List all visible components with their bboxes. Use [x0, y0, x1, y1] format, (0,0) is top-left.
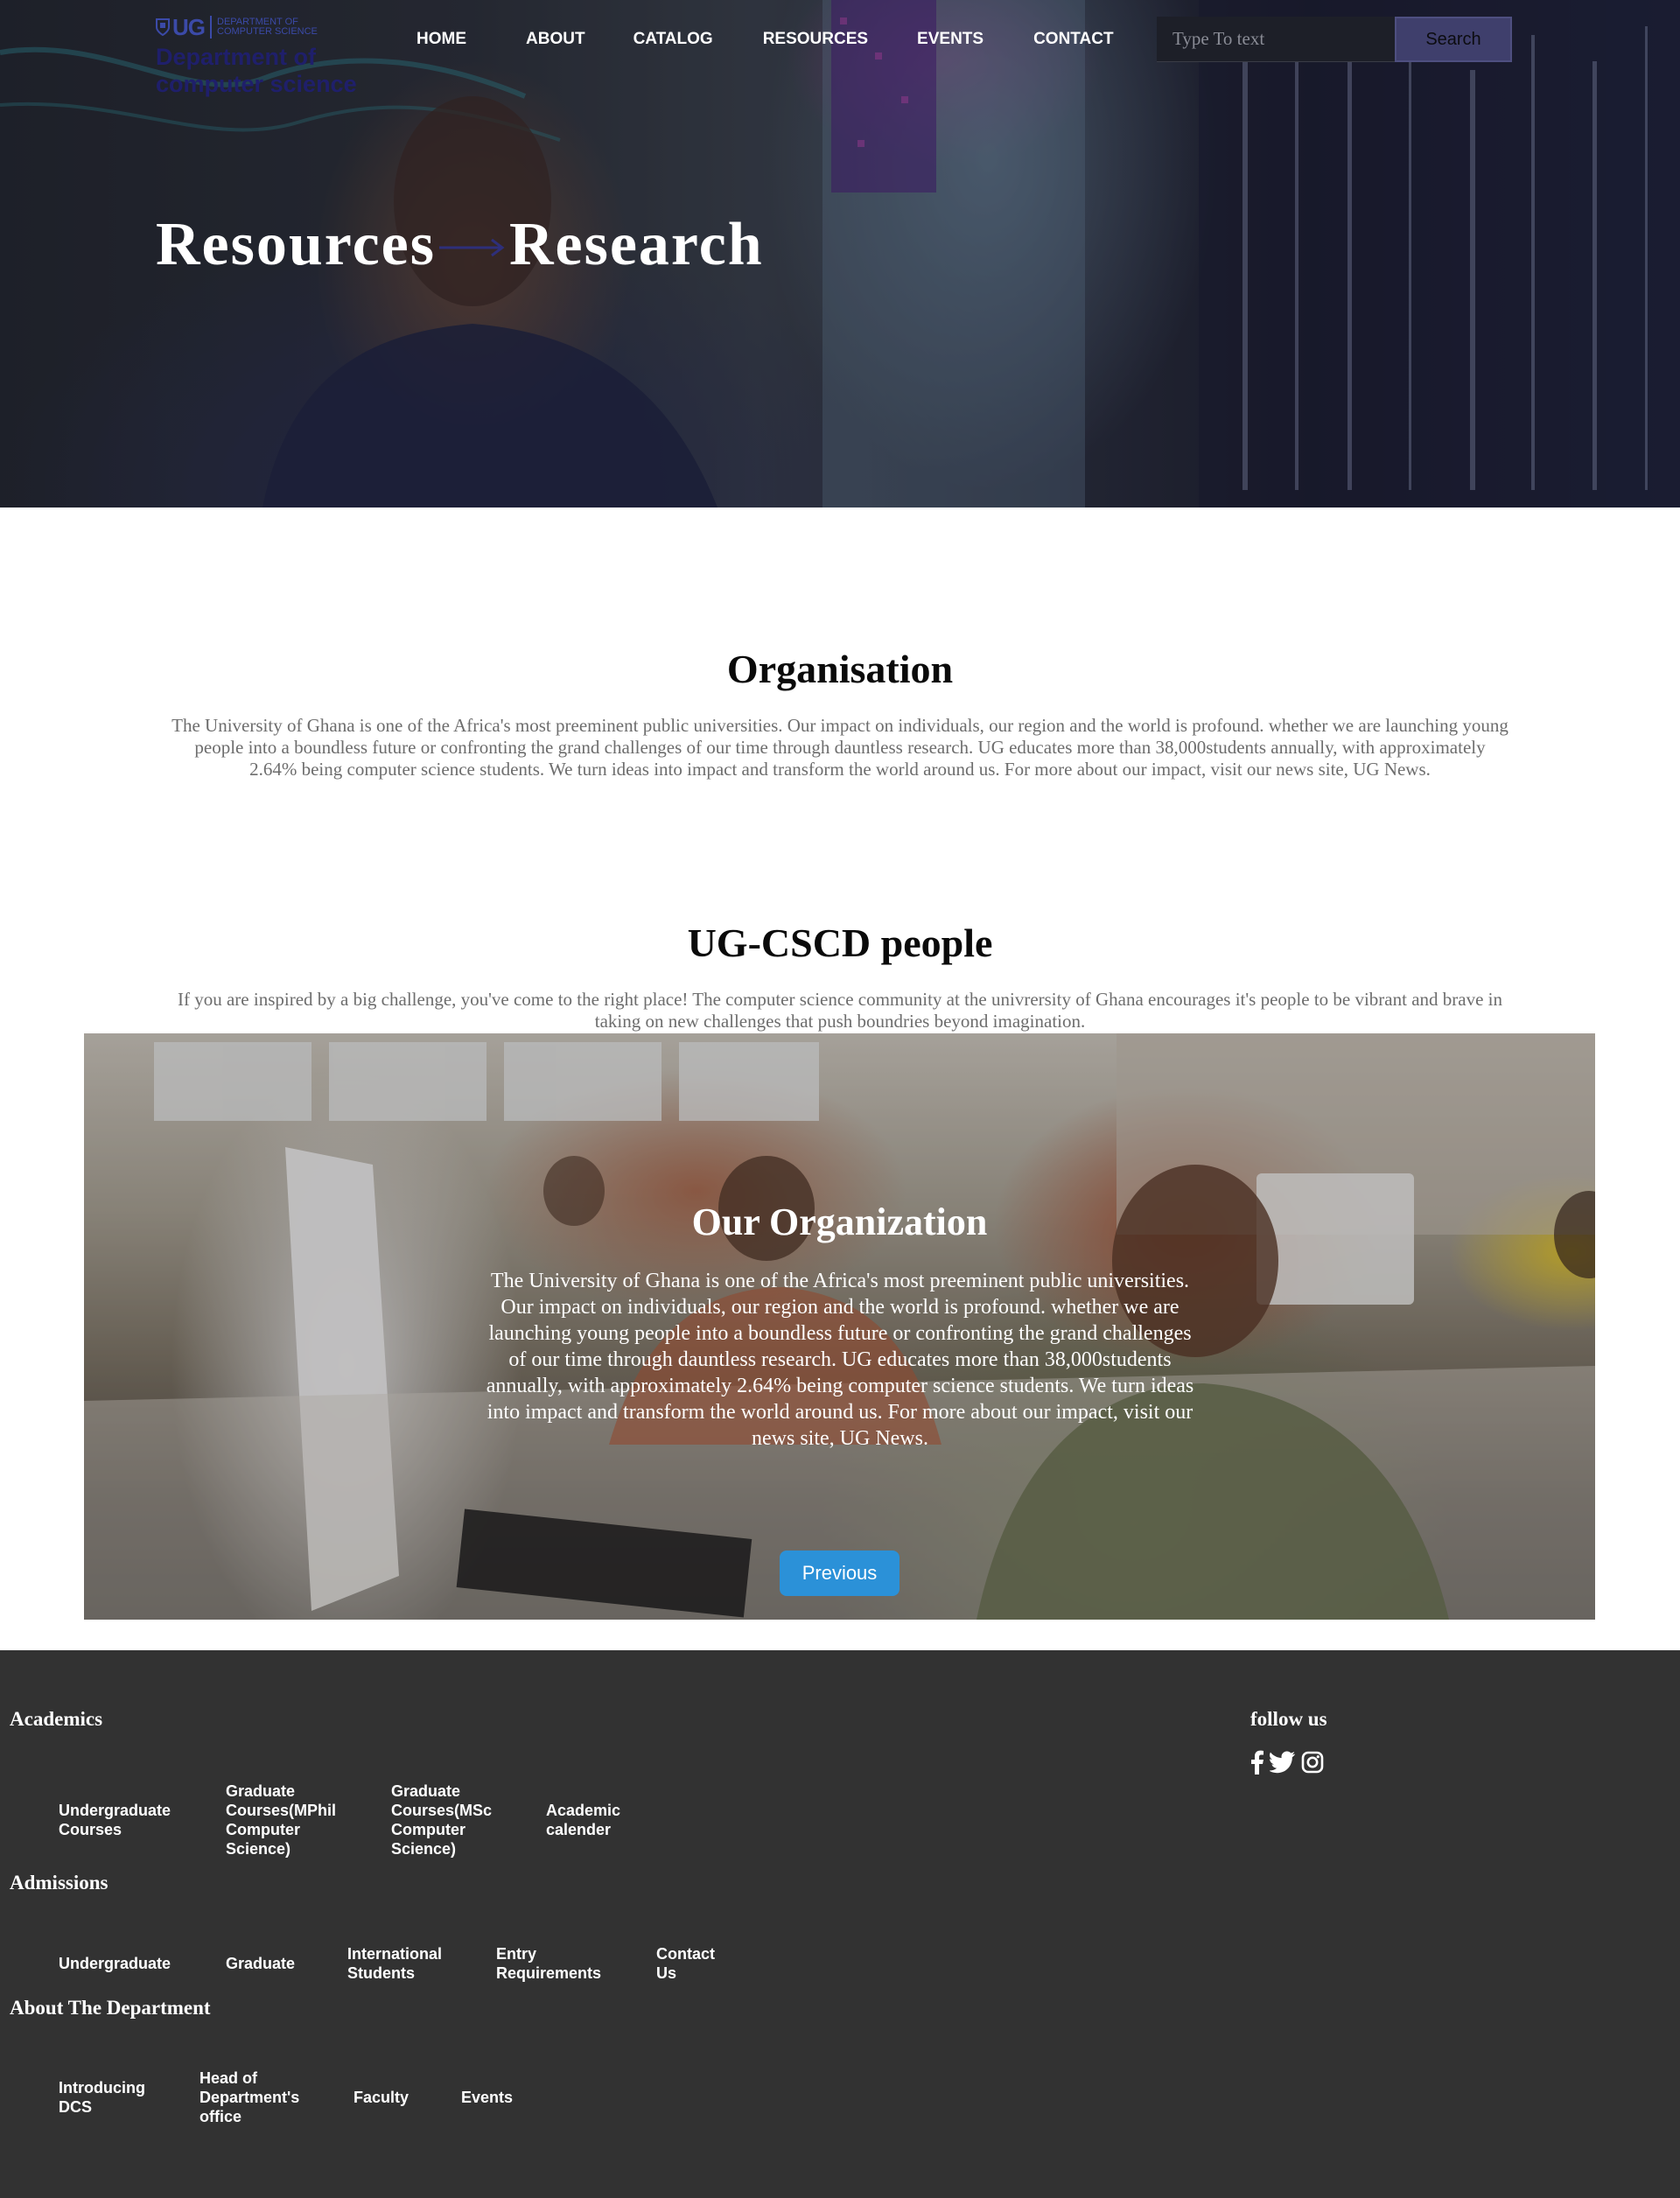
twitter-icon[interactable]: [1270, 1751, 1296, 1774]
nav-about[interactable]: ABOUT: [526, 30, 585, 49]
nav-resources[interactable]: RESOURCES: [763, 30, 868, 49]
footer-link-academic-calender[interactable]: Academic calender: [546, 1801, 642, 1839]
people-title: UG-CSCD people: [687, 920, 993, 965]
department-name-line-2: computer science: [156, 71, 357, 97]
footer-about-heading: About The Department: [10, 1997, 211, 2019]
search-input[interactable]: [1157, 17, 1395, 62]
social-links: [1250, 1750, 1329, 1774]
instagram-icon[interactable]: [1301, 1751, 1324, 1774]
logo-separator: [210, 16, 212, 38]
ug-crest-icon: [156, 18, 170, 36]
footer-link-head-of-department[interactable]: Head of Department's office: [200, 2068, 322, 2126]
breadcrumb-resources[interactable]: Resources: [156, 210, 436, 280]
footer-link-graduate-mphil[interactable]: Graduate Courses(MPhil Computer Science): [226, 1782, 357, 1858]
footer-link-graduate[interactable]: Graduate: [226, 1954, 295, 1973]
arrow-right-icon: [438, 238, 505, 257]
footer-link-contact-us[interactable]: Contact Us: [656, 1944, 726, 1983]
logo-ug-text: UG: [172, 13, 206, 40]
organisation-text: The University of Ghana is one of the Af…: [172, 715, 1508, 780]
footer-link-events[interactable]: Events: [461, 2088, 513, 2107]
people-text: If you are inspired by a big challenge, …: [178, 989, 1502, 1032]
organisation-title: Organisation: [726, 647, 954, 691]
footer-link-graduate-msc[interactable]: Graduate Courses(MSc Computer Science): [391, 1782, 514, 1858]
site-logo[interactable]: UG Department of computer science Depart…: [156, 12, 366, 98]
facebook-icon[interactable]: [1250, 1750, 1264, 1774]
footer-admissions-heading: Admissions: [10, 1872, 108, 1894]
nav-contact[interactable]: CONTACT: [1033, 30, 1113, 49]
breadcrumb-research: Research: [508, 211, 764, 278]
footer-link-introducing-dcs[interactable]: Introducing DCS: [59, 2078, 172, 2117]
footer-link-entry-requirements[interactable]: Entry Requirements: [496, 1944, 619, 1983]
slide-title: Our Organization: [691, 1200, 988, 1243]
site-footer: Academics Undergraduate Courses Graduate…: [0, 1650, 1680, 2198]
people-slideshow: Our Organization The University of Ghana…: [84, 1033, 1595, 1620]
slide-text: The University of Ghana is one of the Af…: [486, 1270, 1194, 1450]
main-navigation: HOME ABOUT CATALOG RESOURCES EVENTS CONT…: [416, 30, 1114, 49]
footer-follow-heading: follow us: [1250, 1708, 1327, 1730]
logo-small-line-2: computer science: [217, 26, 318, 37]
search-bar: Search: [1157, 17, 1512, 62]
footer-link-undergraduate[interactable]: Undergraduate: [59, 1954, 171, 1973]
previous-button[interactable]: Previous: [780, 1550, 900, 1596]
hero-breadcrumb: Resources Research: [156, 210, 764, 280]
nav-catalog[interactable]: CATALOG: [634, 30, 713, 49]
hero-banner: UG Department of computer science Depart…: [0, 0, 1680, 508]
footer-link-undergraduate-courses[interactable]: Undergraduate Courses: [59, 1801, 190, 1839]
department-name-line-1: Department of: [156, 44, 317, 70]
search-button[interactable]: Search: [1395, 17, 1512, 62]
nav-events[interactable]: EVENTS: [917, 30, 984, 49]
footer-link-faculty[interactable]: Faculty: [354, 2088, 409, 2107]
footer-link-international-students[interactable]: International Students: [347, 1944, 461, 1983]
footer-academics-heading: Academics: [10, 1708, 103, 1730]
nav-home[interactable]: HOME: [416, 30, 466, 49]
